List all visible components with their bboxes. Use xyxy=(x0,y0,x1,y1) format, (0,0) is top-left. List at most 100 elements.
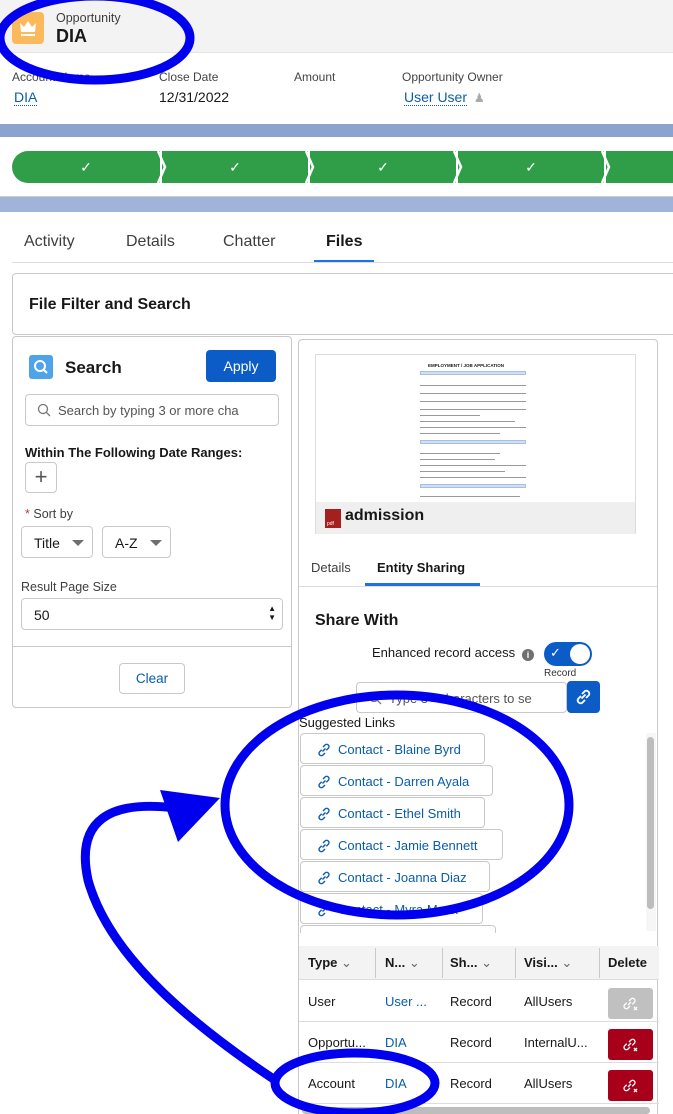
file-name-bar: pdf admission xyxy=(316,502,635,534)
path-step-3[interactable]: ✓ xyxy=(310,151,456,183)
file-name[interactable]: admission xyxy=(345,507,424,525)
add-link-button[interactable] xyxy=(567,681,600,713)
cell-name-link[interactable]: DIA xyxy=(385,1076,407,1091)
page-size-input[interactable]: 50 ▲ ▼ xyxy=(21,598,283,630)
stepper-icon[interactable]: ▲ ▼ xyxy=(268,604,276,622)
suggested-link-item[interactable]: Contact - Blaine Byrd xyxy=(300,733,485,764)
suggested-link-item[interactable]: Contact - Ethel Smith xyxy=(300,797,485,828)
link-icon xyxy=(318,839,330,853)
share-table-header: Type ⌄ N... ⌄ Sh... ⌄ Visi... ⌄ Delete xyxy=(299,946,659,980)
file-detail-panel: EMPLOYMENT / JOB APPLICATION pdf admissi… xyxy=(298,339,659,1114)
suggested-scrollbar-thumb[interactable] xyxy=(647,737,654,909)
suggested-link-item[interactable]: Contact - Joanna Diaz xyxy=(300,861,490,892)
check-icon: ✓ xyxy=(525,159,537,175)
tab-details[interactable]: Details xyxy=(126,233,175,251)
link-icon xyxy=(318,807,330,821)
file-tabs: Details Entity Sharing xyxy=(299,550,657,587)
cell-type: Account xyxy=(308,1076,355,1091)
column-header-share[interactable]: Sh... ⌄ xyxy=(450,955,492,971)
enhanced-access-label: Enhanced record access xyxy=(372,645,516,660)
preview-title: EMPLOYMENT / JOB APPLICATION xyxy=(428,363,505,368)
delete-share-button[interactable] xyxy=(608,1029,653,1060)
tab-file-details[interactable]: Details xyxy=(311,560,351,575)
info-icon[interactable]: i xyxy=(522,649,534,661)
delete-share-button-disabled[interactable] xyxy=(608,988,653,1019)
tab-files[interactable]: Files xyxy=(326,233,362,251)
date-ranges-label: Within The Following Date Ranges: xyxy=(25,445,243,460)
suggested-link-label: Contact - Jamie Bennett xyxy=(338,838,478,853)
suggested-link-label: Contact - Myra Mack xyxy=(338,902,458,917)
link-icon xyxy=(318,903,330,917)
table-row: User User ... Record AllUsers xyxy=(299,981,659,1022)
active-tab-indicator xyxy=(365,583,480,586)
path-step-4[interactable]: ✓ xyxy=(458,151,604,183)
table-row: Account DIA Record AllUsers xyxy=(299,1063,659,1104)
sort-field-select[interactable]: Title xyxy=(21,526,93,558)
cell-name-link[interactable]: User ... xyxy=(385,994,427,1009)
path-separator xyxy=(305,151,315,183)
page-size-label: Result Page Size xyxy=(21,580,117,594)
annotation-arrow-head xyxy=(160,790,220,842)
suggested-link-item[interactable]: Contact - Darren Ayala xyxy=(300,765,493,796)
unlink-icon xyxy=(623,1038,638,1052)
table-horizontal-scrollbar[interactable] xyxy=(302,1107,650,1114)
delete-share-button[interactable] xyxy=(608,1070,653,1101)
path-step-5[interactable] xyxy=(606,151,673,183)
sort-order-value: A-Z xyxy=(115,535,138,551)
required-marker: * xyxy=(25,507,30,521)
suggested-link-item[interactable] xyxy=(300,925,496,933)
field-label: Opportunity Owner xyxy=(402,70,503,84)
path-separator xyxy=(453,151,463,183)
check-icon: ✓ xyxy=(377,159,389,175)
enhanced-access-toggle[interactable]: ✓ xyxy=(544,642,592,666)
cell-name-link[interactable]: DIA xyxy=(385,1035,407,1050)
column-header-type[interactable]: Type ⌄ xyxy=(308,955,352,971)
pdf-icon: pdf xyxy=(325,509,341,528)
toggle-knob xyxy=(570,644,590,664)
field-close-date: Close Date 12/31/2022 xyxy=(159,70,229,105)
file-preview-card[interactable]: EMPLOYMENT / JOB APPLICATION pdf admissi… xyxy=(315,354,636,534)
cell-share: Record xyxy=(450,1035,492,1050)
field-account-name: Account Name DIA xyxy=(12,70,91,106)
suggested-link-label: Contact - Blaine Byrd xyxy=(338,742,461,757)
sort-by-label: * Sort by xyxy=(25,507,73,521)
tab-activity[interactable]: Activity xyxy=(24,233,75,251)
chevron-down-icon: ⌄ xyxy=(408,955,420,970)
column-header-name[interactable]: N... ⌄ xyxy=(385,955,420,971)
check-icon: ✓ xyxy=(80,159,92,175)
sort-field-value: Title xyxy=(34,535,60,551)
toggle-caption: Record xyxy=(544,668,577,679)
share-search-input[interactable]: Type 3+ characters to se xyxy=(356,682,567,713)
path-step-1[interactable]: ✓ xyxy=(12,151,160,183)
tab-chatter[interactable]: Chatter xyxy=(223,233,275,251)
search-placeholder: Search by typing 3 or more cha xyxy=(58,403,239,418)
search-icon xyxy=(368,691,382,705)
cell-type: Opportu... xyxy=(308,1035,366,1050)
tab-entity-sharing[interactable]: Entity Sharing xyxy=(377,560,465,575)
path-card: ✓ ✓ ✓ ✓ xyxy=(0,137,673,197)
account-name-link[interactable]: DIA xyxy=(14,89,38,106)
cell-share: Record xyxy=(450,994,492,1009)
cell-visibility: AllUsers xyxy=(524,1076,573,1091)
suggested-link-label: Contact - Ethel Smith xyxy=(338,806,461,821)
column-header-visibility[interactable]: Visi... ⌄ xyxy=(524,955,572,971)
suggested-link-label: Contact - Darren Ayala xyxy=(338,774,470,789)
file-search-input[interactable]: Search by typing 3 or more cha xyxy=(25,394,279,426)
document-preview: EMPLOYMENT / JOB APPLICATION xyxy=(420,363,530,498)
sort-by-text: Sort by xyxy=(33,507,73,521)
owner-link[interactable]: User User xyxy=(404,89,468,106)
path-step-2[interactable]: ✓ xyxy=(162,151,308,183)
table-row: Opportu... DIA Record InternalU... xyxy=(299,1022,659,1063)
apply-button[interactable]: Apply xyxy=(206,350,276,382)
sort-order-select[interactable]: A-Z xyxy=(102,526,171,558)
clear-button[interactable]: Clear xyxy=(119,663,185,694)
suggested-link-item[interactable]: Contact - Myra Mack xyxy=(300,893,483,924)
search-icon xyxy=(29,355,53,379)
change-owner-icon[interactable]: ♟ xyxy=(474,91,485,105)
tab-divider xyxy=(12,262,673,263)
field-opportunity-owner: Opportunity Owner User User ♟ xyxy=(402,70,503,106)
link-icon xyxy=(318,775,330,789)
add-date-range-button[interactable]: + xyxy=(25,462,57,493)
suggested-link-item[interactable]: Contact - Jamie Bennett xyxy=(300,829,503,860)
file-filter-card: File Filter and Search xyxy=(12,273,673,335)
